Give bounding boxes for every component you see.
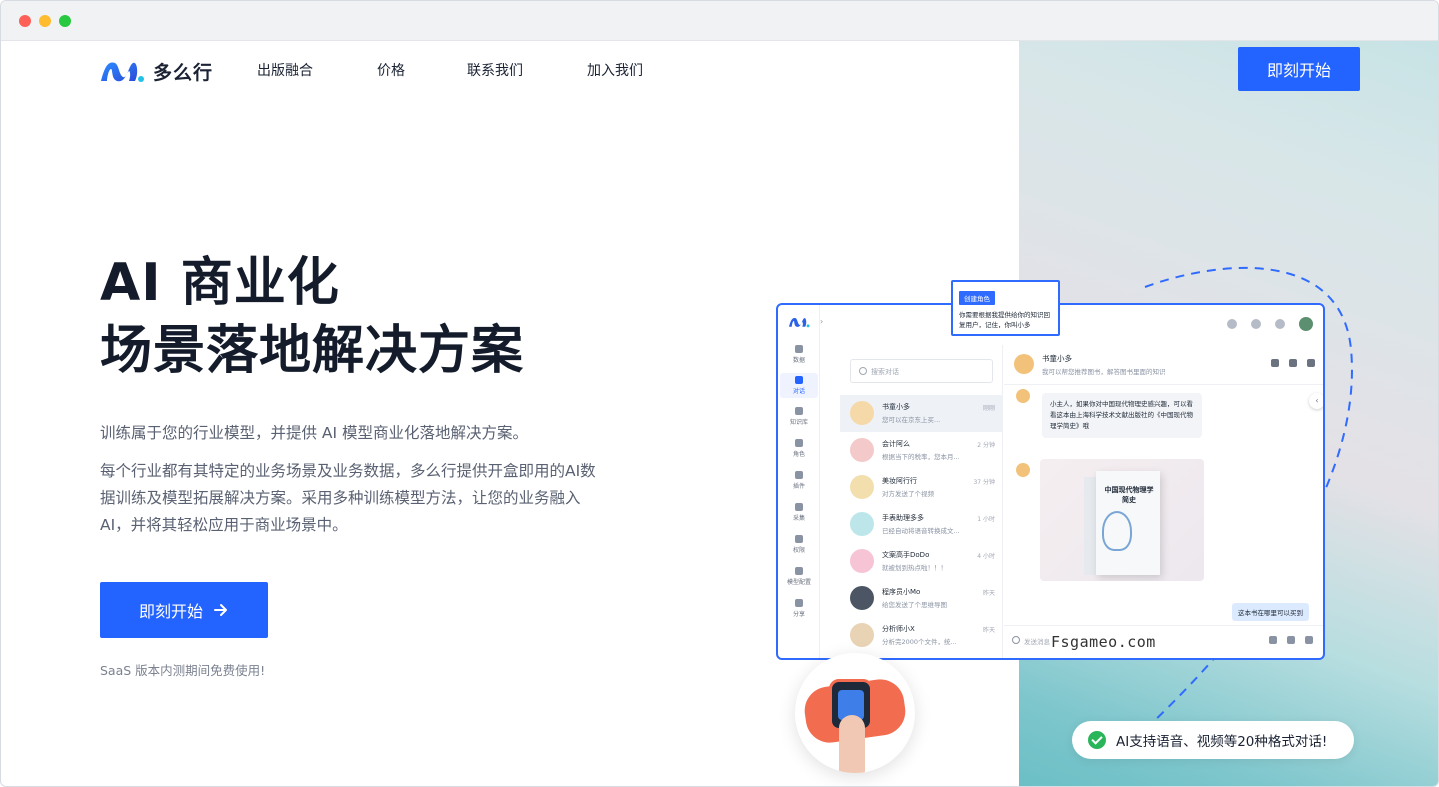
window-titlebar bbox=[1, 1, 1438, 41]
image-icon[interactable] bbox=[1269, 636, 1277, 644]
arrow-right-icon bbox=[214, 604, 227, 616]
settings-icon[interactable] bbox=[1275, 319, 1285, 329]
hero-start-button[interactable]: 即刻开始 bbox=[100, 582, 268, 638]
expand-chevron-icon[interactable]: › bbox=[820, 317, 823, 326]
book-cover: 中国现代物理学简史 bbox=[1096, 471, 1160, 575]
hero-start-button-label: 即刻开始 bbox=[138, 602, 203, 621]
plugin-icon bbox=[795, 471, 803, 479]
book-spine bbox=[1084, 477, 1096, 575]
avatar bbox=[1016, 463, 1030, 477]
permission-icon bbox=[795, 535, 803, 543]
header-start-button[interactable]: 即刻开始 bbox=[1238, 47, 1360, 91]
check-circle-icon bbox=[1088, 731, 1106, 749]
video-icon[interactable] bbox=[1289, 359, 1297, 367]
app-screenshot-mock: 数据 对话 知识库 角色 插件 采集 权限 模型配置 分享 › 搜索对话 书童小… bbox=[776, 303, 1325, 660]
share-icon bbox=[795, 599, 803, 607]
avatar bbox=[850, 623, 874, 647]
phone-icon[interactable] bbox=[1271, 359, 1279, 367]
book-figure-illustration bbox=[1102, 511, 1132, 551]
brand-logo[interactable]: 多么行 bbox=[99, 58, 213, 84]
browser-window: 多么行 出版融合 价格 联系我们 加入我们 即刻开始 AI 商业化 场景落地解决… bbox=[0, 0, 1439, 787]
list-item[interactable]: 文案高手DoDo 就被划到热点啦！！！ 4 小时 bbox=[840, 543, 1003, 580]
mock-sidebar-item-role[interactable]: 角色 bbox=[780, 439, 818, 458]
knowledge-icon bbox=[795, 407, 803, 415]
nav-item-join[interactable]: 加入我们 bbox=[587, 60, 677, 80]
avatar bbox=[850, 475, 874, 499]
notification-icon[interactable] bbox=[1227, 319, 1237, 329]
mock-sidebar-item-plugin[interactable]: 插件 bbox=[780, 471, 818, 490]
feature-pill: AI支持语音、视频等20种格式对话! bbox=[1072, 721, 1354, 759]
mock-chat-panel: 书童小多 我可以帮您推荐图书，解答图书里面的知识 小主人，如果你对中国现代物理史… bbox=[1004, 345, 1323, 658]
mock-sidebar-item-model-config[interactable]: 模型配置 bbox=[780, 567, 818, 586]
list-item[interactable]: 程序员小Mo 给您发送了个思维导图 昨天 bbox=[840, 580, 1003, 617]
hero-subtitle: 训练属于您的行业模型，并提供 AI 模型商业化落地解决方案。 bbox=[100, 424, 529, 442]
chat-message-bubble: 小主人，如果你对中国现代物理史感兴趣，可以看看这本由上海科学技术文献出版社的《中… bbox=[1042, 393, 1202, 438]
maximize-window-icon[interactable] bbox=[59, 15, 71, 27]
tooltip-tag: 创建角色 bbox=[959, 291, 995, 305]
create-role-tooltip: 创建角色 你需要根据我提供给你的知识回复用户，记住，你叫小多 bbox=[951, 280, 1060, 336]
mock-logo-icon bbox=[788, 317, 810, 328]
main-nav: 出版融合 价格 联系我们 加入我们 bbox=[257, 60, 677, 80]
data-icon bbox=[795, 345, 803, 353]
nav-item-publishing[interactable]: 出版融合 bbox=[257, 60, 377, 80]
avatar bbox=[850, 586, 874, 610]
mock-sidebar-item-permission[interactable]: 权限 bbox=[780, 535, 818, 554]
avatar bbox=[850, 401, 874, 425]
mock-top-icons bbox=[1227, 317, 1313, 331]
free-trial-note: SaaS 版本内测期间免费使用! bbox=[100, 663, 266, 678]
mock-sidebar-item-share[interactable]: 分享 bbox=[780, 599, 818, 618]
watermark-text: Fsgameo.com bbox=[1051, 633, 1156, 651]
brand-logo-icon bbox=[101, 62, 144, 82]
landing-page: 多么行 出版融合 价格 联系我们 加入我们 即刻开始 AI 商业化 场景落地解决… bbox=[1, 41, 1438, 786]
avatar bbox=[850, 512, 874, 536]
list-item[interactable]: 手表助理多多 已经自动将语音转换成文... 1 小时 bbox=[840, 506, 1003, 543]
emoji-icon[interactable] bbox=[1012, 636, 1020, 644]
mock-sidebar-item-data[interactable]: 数据 bbox=[780, 345, 818, 364]
list-item[interactable]: 美妆阿行行 对方发送了个视频 37 分钟 bbox=[840, 469, 1003, 506]
book-image: 中国现代物理学简史 bbox=[1040, 459, 1204, 581]
hero-description: 每个行业都有其特定的业务场景及业务数据，多么行提供开盒即用的AI数据训练及模型拓… bbox=[100, 462, 596, 534]
user-avatar[interactable] bbox=[1299, 317, 1313, 331]
mock-chat-header: 书童小多 我可以帮您推荐图书，解答图书里面的知识 bbox=[1004, 345, 1323, 385]
mock-conversation-list: 搜索对话 书童小多 您可以在京东上买... 刚刚 会计阿么 根据当下的税率，您本… bbox=[840, 345, 1003, 658]
input-actions bbox=[1269, 636, 1313, 644]
role-icon bbox=[795, 439, 803, 447]
brand-name: 多么行 bbox=[153, 61, 214, 84]
tooltip-text: 你需要根据我提供给你的知识回复用户，记住，你叫小多 bbox=[959, 311, 1050, 329]
users-icon[interactable] bbox=[1251, 319, 1261, 329]
finger bbox=[839, 715, 865, 773]
list-item[interactable]: 分析师小X 分析完2000个文件，统... 昨天 bbox=[840, 617, 1003, 654]
smartwatch-image bbox=[795, 653, 915, 773]
microphone-icon[interactable] bbox=[1305, 636, 1313, 644]
avatar bbox=[1016, 389, 1030, 403]
chat-icon bbox=[795, 376, 803, 384]
close-window-icon[interactable] bbox=[19, 15, 31, 27]
mock-sidebar-item-collect[interactable]: 采集 bbox=[780, 503, 818, 522]
mock-sidebar-item-chat[interactable]: 对话 bbox=[780, 373, 818, 398]
more-icon[interactable] bbox=[1307, 359, 1315, 367]
mock-sidebar: 数据 对话 知识库 角色 插件 采集 权限 模型配置 分享 bbox=[778, 305, 820, 658]
attachment-icon[interactable] bbox=[1287, 636, 1295, 644]
mock-search-input[interactable]: 搜索对话 bbox=[850, 359, 993, 383]
minimize-window-icon[interactable] bbox=[39, 15, 51, 27]
model-config-icon bbox=[795, 567, 803, 575]
search-icon bbox=[859, 367, 867, 375]
list-item[interactable]: 书童小多 您可以在京东上买... 刚刚 bbox=[840, 395, 1003, 432]
avatar bbox=[1014, 354, 1034, 374]
avatar bbox=[850, 438, 874, 462]
mock-sidebar-item-knowledge[interactable]: 知识库 bbox=[780, 407, 818, 426]
collect-icon bbox=[795, 503, 803, 511]
hero-title-line2: 场景落地解决方案 bbox=[100, 321, 525, 381]
avatar bbox=[850, 549, 874, 573]
hero-title-line1: AI 商业化 bbox=[100, 253, 340, 313]
feature-pill-text: AI支持语音、视频等20种格式对话! bbox=[1116, 734, 1328, 750]
nav-item-contact[interactable]: 联系我们 bbox=[467, 60, 587, 80]
hero-title: AI 商业化 场景落地解决方案 bbox=[100, 249, 524, 385]
chat-reply-bubble: 这本书在哪里可以买到 bbox=[1232, 603, 1309, 621]
nav-item-pricing[interactable]: 价格 bbox=[377, 60, 467, 80]
chat-actions bbox=[1271, 359, 1315, 367]
collapse-chevron-icon[interactable]: ‹ bbox=[1309, 393, 1323, 409]
list-item[interactable]: 会计阿么 根据当下的税率，您本月... 2 分钟 bbox=[840, 432, 1003, 469]
